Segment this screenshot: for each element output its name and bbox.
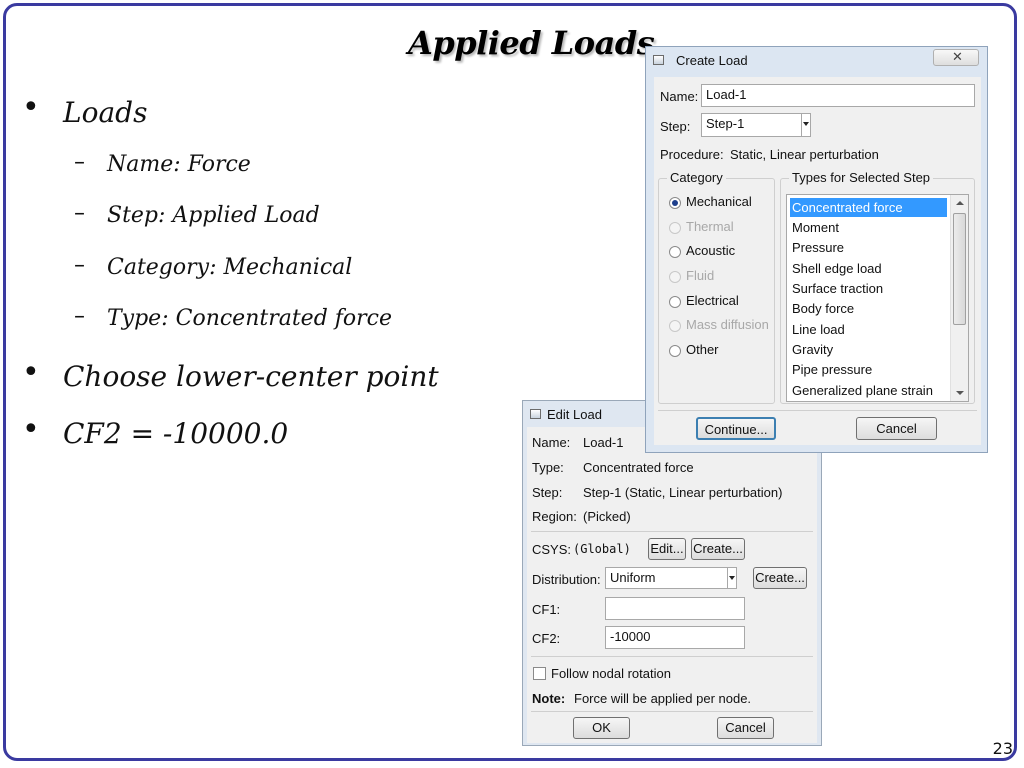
category-group: Category Mechanical Thermal Acoustic Flu…	[658, 170, 775, 404]
scroll-down-icon[interactable]	[956, 391, 964, 395]
radio-other[interactable]	[669, 345, 681, 357]
type-item-line-load[interactable]: Line load	[790, 320, 845, 339]
type-item-surface-traction[interactable]: Surface traction	[790, 279, 883, 298]
create-load-titlebar: Create Load ✕	[646, 47, 987, 73]
bullet-cf2: CF2 = -10000.0	[63, 417, 289, 450]
step-value: Step-1 (Static, Linear perturbation)	[583, 485, 783, 500]
step-value: Step-1	[706, 116, 745, 131]
sub-bullet-name: Name: Force	[107, 152, 251, 177]
region-label: Region:	[532, 509, 577, 524]
follow-nodal-rotation-checkbox[interactable]	[533, 667, 546, 680]
dash-marker: –	[74, 304, 85, 329]
radio-fluid	[669, 271, 681, 283]
types-label: Types for Selected Step	[789, 170, 934, 185]
category-mechanical[interactable]: Mechanical	[686, 194, 752, 209]
bullet-dot: •	[22, 412, 40, 447]
divider	[658, 410, 977, 411]
bullet-dot: •	[22, 355, 40, 390]
step-label: Step:	[532, 485, 563, 500]
sub-bullet-step: Step: Applied Load	[107, 203, 320, 228]
sub-bullet-category: Category: Mechanical	[107, 255, 353, 280]
name-value: Load-1	[583, 435, 624, 450]
distribution-select[interactable]: Uniform	[605, 567, 737, 589]
ok-button[interactable]: OK	[573, 717, 630, 739]
category-electrical[interactable]: Electrical	[686, 293, 739, 308]
page-number: 23	[992, 739, 1013, 758]
create-cancel-button[interactable]: Cancel	[856, 417, 937, 440]
step-label: Step:	[660, 119, 691, 134]
bullet-loads: Loads	[63, 96, 148, 129]
follow-nodal-rotation-label: Follow nodal rotation	[551, 666, 671, 681]
edit-load-title: Edit Load	[547, 407, 602, 422]
name-label: Name:	[660, 89, 699, 104]
type-item-generalized-plane-strain[interactable]: Generalized plane strain	[790, 381, 933, 400]
types-group: Types for Selected Step Concentrated for…	[780, 170, 975, 404]
radio-acoustic[interactable]	[669, 246, 681, 258]
type-item-shell-edge-load[interactable]: Shell edge load	[790, 259, 882, 278]
window-icon	[530, 409, 541, 419]
dash-marker: –	[74, 201, 85, 226]
type-item-gravity[interactable]: Gravity	[790, 340, 833, 359]
note-label: Note:	[532, 691, 566, 706]
slide-title: Applied Loads	[408, 24, 655, 62]
distribution-label: Distribution:	[532, 572, 601, 587]
cf2-field[interactable]: -10000	[605, 626, 745, 649]
radio-mechanical[interactable]	[669, 197, 681, 209]
cf1-field[interactable]	[605, 597, 745, 620]
chevron-down-icon[interactable]	[727, 568, 736, 588]
type-value: Concentrated force	[583, 460, 694, 475]
sub-bullet-type: Type: Concentrated force	[107, 306, 393, 331]
csys-value: (Global)	[573, 542, 631, 556]
radio-thermal	[669, 222, 681, 234]
chevron-down-icon[interactable]	[801, 114, 810, 136]
close-icon[interactable]: ✕	[952, 49, 963, 65]
category-other[interactable]: Other	[686, 342, 719, 357]
edit-cancel-button[interactable]: Cancel	[717, 717, 774, 739]
category-fluid: Fluid	[686, 268, 715, 283]
category-acoustic[interactable]: Acoustic	[686, 243, 735, 258]
scroll-thumb[interactable]	[953, 213, 966, 325]
cf2-label: CF2:	[532, 631, 561, 646]
distribution-value: Uniform	[610, 570, 656, 585]
dash-marker: –	[74, 253, 85, 278]
create-load-dialog: Create Load ✕ Name: Load-1 Step: Step-1 …	[645, 46, 988, 453]
region-value: (Picked)	[583, 509, 631, 524]
create-load-title: Create Load	[676, 53, 748, 68]
types-scrollbar[interactable]	[950, 195, 968, 401]
type-item-body-force[interactable]: Body force	[790, 299, 854, 318]
scroll-up-icon[interactable]	[956, 201, 964, 205]
category-mass-diffusion: Mass diffusion	[686, 317, 769, 332]
cf1-label: CF1:	[532, 602, 561, 617]
category-thermal: Thermal	[686, 219, 734, 234]
distribution-create-button[interactable]: Create...	[753, 567, 807, 589]
divider	[531, 531, 813, 532]
name-label: Name:	[532, 435, 571, 450]
bullet-choose-point: Choose lower-center point	[63, 360, 439, 393]
type-item-pressure[interactable]: Pressure	[790, 238, 844, 257]
type-item-concentrated-force[interactable]: Concentrated force	[790, 198, 947, 217]
divider	[531, 711, 813, 712]
category-label: Category	[667, 170, 726, 185]
dash-marker: –	[74, 150, 85, 175]
type-item-pipe-pressure[interactable]: Pipe pressure	[790, 360, 872, 379]
types-list[interactable]: Concentrated force Moment Pressure Shell…	[786, 194, 969, 402]
name-field[interactable]: Load-1	[701, 84, 975, 107]
type-item-moment[interactable]: Moment	[790, 218, 839, 237]
radio-mass-diffusion	[669, 320, 681, 332]
step-select[interactable]: Step-1	[701, 113, 811, 137]
procedure-label: Procedure:	[660, 147, 724, 162]
continue-button[interactable]: Continue...	[696, 417, 776, 440]
close-button[interactable]: ✕	[933, 49, 979, 66]
csys-label: CSYS:	[532, 542, 572, 557]
type-label: Type:	[532, 460, 564, 475]
bullet-dot: •	[22, 90, 40, 125]
divider	[531, 656, 813, 657]
procedure-value: Static, Linear perturbation	[730, 147, 879, 162]
note-text: Force will be applied per node.	[574, 691, 752, 706]
csys-edit-button[interactable]: Edit...	[648, 538, 686, 560]
window-icon	[653, 55, 664, 65]
csys-create-button[interactable]: Create...	[691, 538, 745, 560]
radio-electrical[interactable]	[669, 296, 681, 308]
